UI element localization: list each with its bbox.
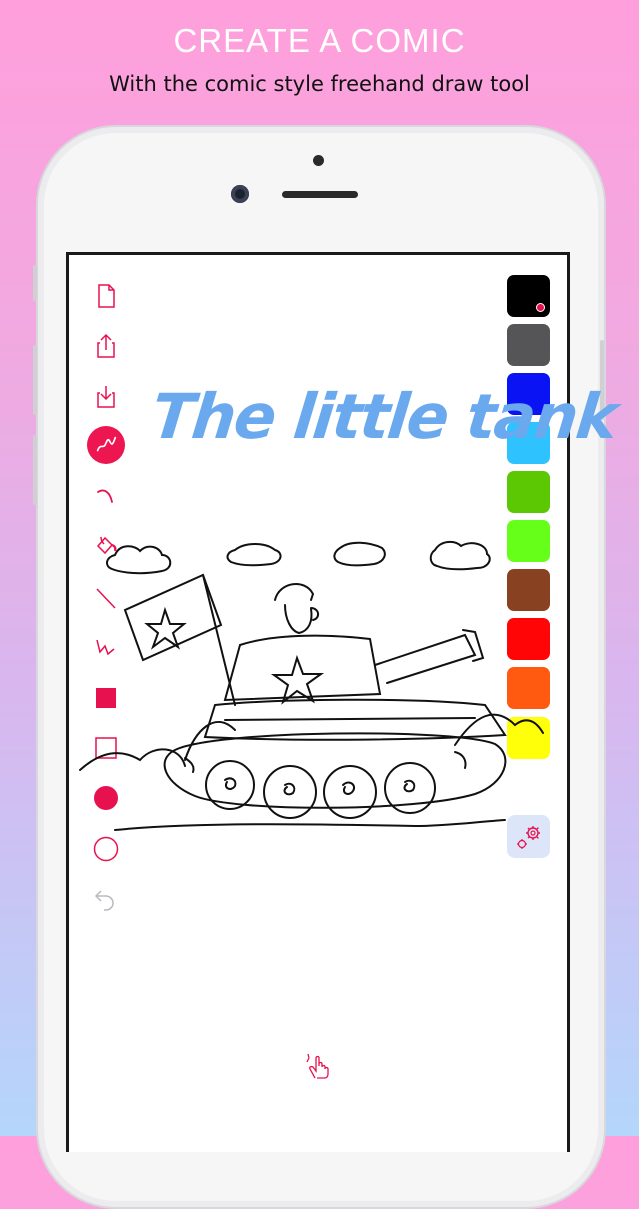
curve-tool-button[interactable] xyxy=(90,480,122,512)
new-page-button[interactable] xyxy=(90,280,122,312)
touch-mode-button[interactable] xyxy=(303,1050,335,1082)
color-swatch[interactable] xyxy=(507,275,550,317)
touch-hand-icon xyxy=(306,1053,329,1079)
drawing-title: The little tank xyxy=(148,380,620,453)
curve-icon xyxy=(97,489,113,503)
squiggle-pen-icon xyxy=(96,436,117,452)
new-page-icon xyxy=(98,284,115,308)
earpiece-speaker xyxy=(282,191,358,198)
export-button[interactable] xyxy=(90,330,122,362)
undo-icon xyxy=(94,890,114,911)
tank-drawing xyxy=(79,540,544,831)
undo-button[interactable] xyxy=(90,884,122,916)
import-icon xyxy=(97,386,115,408)
selected-indicator xyxy=(536,303,545,312)
front-camera xyxy=(231,185,249,203)
subheadline: With the comic style freehand draw tool xyxy=(109,72,530,96)
proximity-sensor xyxy=(313,155,324,166)
headline: CREATE A COMIC xyxy=(173,22,466,59)
import-button[interactable] xyxy=(90,380,122,412)
color-swatch[interactable] xyxy=(507,324,550,366)
phone-side-button xyxy=(33,265,37,301)
freehand-pen-button[interactable] xyxy=(87,426,125,464)
phone-volume-up xyxy=(33,345,37,415)
color-swatch[interactable] xyxy=(507,471,550,513)
phone-volume-down xyxy=(33,435,37,505)
share-icon xyxy=(97,333,115,358)
